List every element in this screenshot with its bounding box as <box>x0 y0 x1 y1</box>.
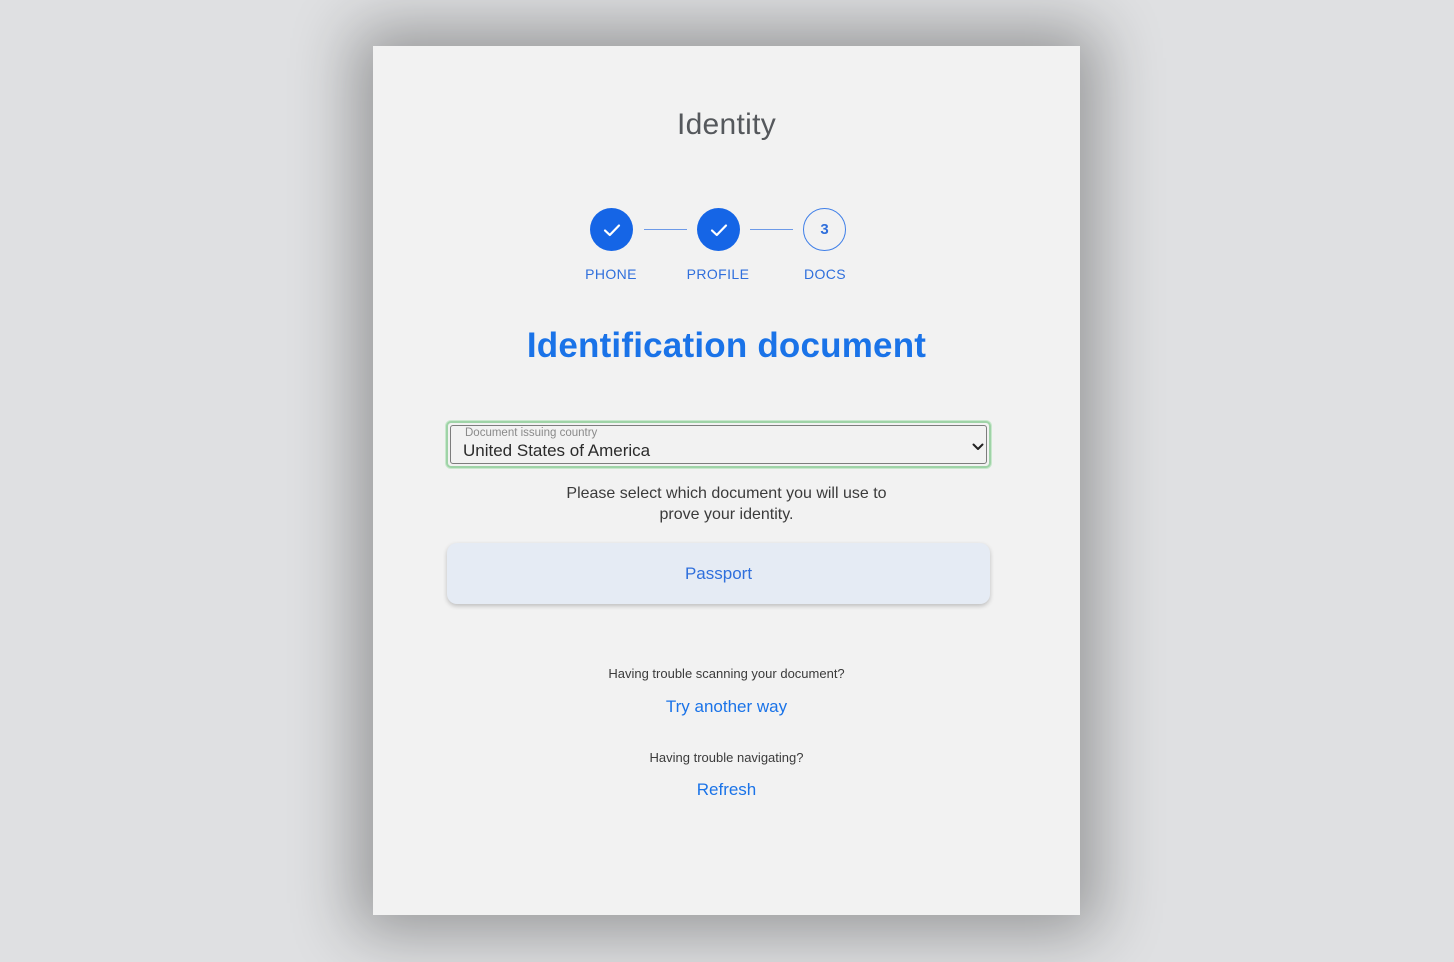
refresh-link[interactable]: Refresh <box>373 780 1080 800</box>
step-profile-indicator <box>697 208 740 251</box>
instruction-line: Please select which document you will us… <box>566 485 887 502</box>
step-phone-label: PHONE <box>585 266 637 282</box>
scanning-help-text: Having trouble scanning your document? <box>608 666 845 681</box>
instruction-line: prove your identity. <box>659 506 794 523</box>
check-icon <box>603 223 621 237</box>
step-phone-indicator <box>590 208 633 251</box>
country-select-value: United States of America <box>463 441 651 460</box>
step-connector <box>644 229 687 230</box>
navigating-help-text: Having trouble navigating? <box>649 750 804 765</box>
instruction-text: Please select which document you will us… <box>373 483 1080 525</box>
progress-stepper: PHONE PROFILE 3 DOCS <box>373 208 1080 288</box>
try-another-way-link[interactable]: Try another way <box>373 697 1080 717</box>
identity-card: Identity PHONE PROFILE 3 DOCS Identifica… <box>373 46 1080 915</box>
passport-button[interactable]: Passport <box>447 543 990 604</box>
section-title: Identification document <box>526 326 927 365</box>
check-icon <box>710 223 728 237</box>
step-profile-label: PROFILE <box>686 266 750 282</box>
step-number: 3 <box>820 221 829 238</box>
step-docs-indicator: 3 <box>803 208 846 251</box>
country-select[interactable]: Document issuing country United States o… <box>446 421 991 468</box>
country-select-label: Document issuing country <box>465 427 598 439</box>
page-title: Identity <box>676 108 777 141</box>
step-connector <box>750 229 793 230</box>
step-docs-label: DOCS <box>803 266 847 282</box>
chevron-down-icon[interactable] <box>971 439 985 457</box>
